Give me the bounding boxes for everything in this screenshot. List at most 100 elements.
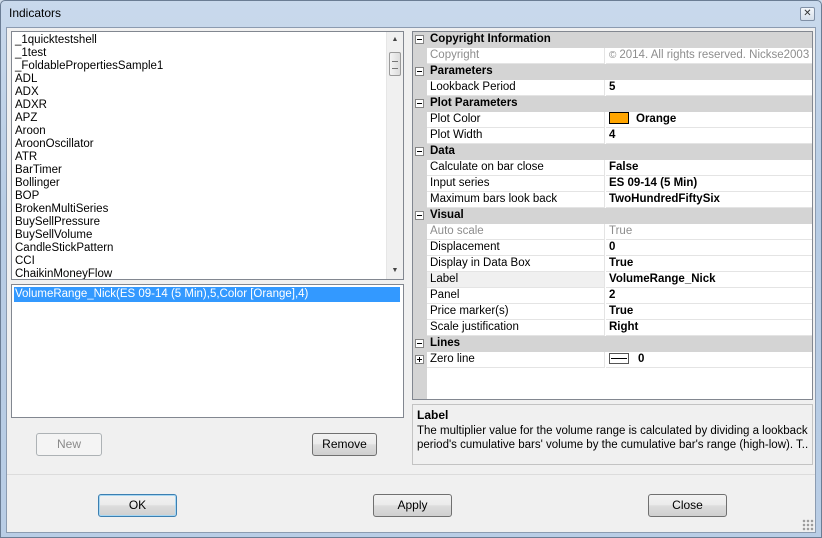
property-value[interactable]: True [606,256,812,272]
ok-button[interactable]: OK [98,494,177,517]
scrollbar-thumb[interactable] [389,52,401,76]
property-name: Zero line [427,352,605,368]
indicators-dialog: Indicators ✕ _1quicktestshell _1test _Fo… [0,0,822,538]
property-value[interactable]: Orange [606,112,812,128]
property-value[interactable]: 2 [606,288,812,304]
property-row-copyright[interactable]: Copyright © 2014. All rights reserved. Ni… [413,48,812,64]
property-row-input-series[interactable]: Input series ES 09-14 (5 Min) [413,176,812,192]
property-row-panel[interactable]: Panel 2 [413,288,812,304]
property-name: Input series [427,176,605,192]
category-label: Lines [430,337,461,349]
description-line: The multiplier value for the volume rang… [417,425,808,437]
property-value[interactable]: 5 [606,80,812,96]
copyright-icon: © [609,50,617,61]
category-label: Plot Parameters [430,97,518,109]
collapse-icon[interactable] [415,99,424,108]
property-value[interactable]: False [606,160,812,176]
property-row-plot-width[interactable]: Plot Width 4 [413,128,812,144]
property-row-zero-line[interactable]: Zero line 0 [413,352,812,368]
property-value[interactable]: ES 09-14 (5 Min) [606,176,812,192]
indicator-list[interactable]: _1quicktestshell _1test _FoldablePropert… [11,31,404,280]
collapse-icon[interactable] [415,339,424,348]
scroll-up-arrow-icon[interactable]: ▲ [387,32,403,48]
collapse-icon[interactable] [415,67,424,76]
indicator-list-scrollbar[interactable]: ▲ ▼ [386,32,403,279]
expand-icon[interactable] [415,355,424,364]
category-label: Copyright Information [430,33,551,45]
category-parameters[interactable]: Parameters [413,64,812,80]
category-plot-parameters[interactable]: Plot Parameters [413,96,812,112]
property-row-label[interactable]: Label VolumeRange_Nick [413,272,812,288]
collapse-icon[interactable] [415,211,424,220]
list-item[interactable]: ADL [15,73,163,86]
list-item[interactable]: BuySellVolume [15,229,163,242]
list-item[interactable]: ADX [15,86,163,99]
list-item[interactable]: ATR [15,151,163,164]
property-name: Label [427,272,605,288]
property-grid[interactable]: Copyright Information Copyright © 2014. A… [412,31,813,400]
category-label: Data [430,145,455,157]
property-name: Auto scale [427,224,605,240]
divider [7,474,815,475]
applied-indicators-list[interactable]: VolumeRange_Nick(ES 09-14 (5 Min),5,Colo… [11,284,404,418]
property-value[interactable]: VolumeRange_Nick [606,272,812,288]
property-row-auto-scale[interactable]: Auto scale True [413,224,812,240]
window-title: Indicators [9,6,62,20]
new-button[interactable]: New [36,433,102,456]
property-row-displacement[interactable]: Displacement 0 [413,240,812,256]
zero-line-value: 0 [638,353,645,365]
description-text: The multiplier value for the volume rang… [417,424,809,452]
list-item[interactable]: Bollinger [15,177,163,190]
list-item[interactable]: APZ [15,112,163,125]
applied-indicator-item[interactable]: VolumeRange_Nick(ES 09-14 (5 Min),5,Colo… [14,287,400,302]
resize-grip[interactable] [802,519,814,531]
list-item[interactable]: _1test [15,47,163,60]
collapse-icon[interactable] [415,147,424,156]
property-name: Calculate on bar close [427,160,605,176]
list-item[interactable]: BuySellPressure [15,216,163,229]
list-item[interactable]: ADXR [15,99,163,112]
property-row-scale-justification[interactable]: Scale justification Right [413,320,812,336]
property-row-display-in-data-box[interactable]: Display in Data Box True [413,256,812,272]
property-row-plot-color[interactable]: Plot Color Orange [413,112,812,128]
title-bar[interactable]: Indicators ✕ [1,1,821,27]
property-row-maximum-bars[interactable]: Maximum bars look back TwoHundredFiftySi… [413,192,812,208]
category-data[interactable]: Data [413,144,812,160]
property-value[interactable]: 0 [606,240,812,256]
category-lines[interactable]: Lines [413,336,812,352]
list-item[interactable]: _1quicktestshell [15,34,163,47]
property-name: Plot Width [427,128,605,144]
apply-button[interactable]: Apply [373,494,452,517]
list-item[interactable]: Aroon [15,125,163,138]
category-visual[interactable]: Visual [413,208,812,224]
remove-button[interactable]: Remove [312,433,377,456]
property-value[interactable]: 4 [606,128,812,144]
collapse-icon[interactable] [415,35,424,44]
list-item[interactable]: BarTimer [15,164,163,177]
close-button[interactable]: Close [648,494,727,517]
property-value[interactable]: 0 [606,352,812,368]
list-item[interactable]: BOP [15,190,163,203]
line-style-icon [609,353,629,364]
indicator-list-items: _1quicktestshell _1test _FoldablePropert… [15,34,163,279]
list-item[interactable]: BrokenMultiSeries [15,203,163,216]
category-copyright[interactable]: Copyright Information [413,32,812,48]
close-window-button[interactable]: ✕ [800,7,815,21]
property-value[interactable]: Right [606,320,812,336]
list-item[interactable]: ChaikinMoneyFlow [15,268,163,279]
list-item[interactable]: _FoldablePropertiesSample1 [15,60,163,73]
property-row-lookback-period[interactable]: Lookback Period 5 [413,80,812,96]
category-label: Parameters [430,65,493,77]
property-row-price-markers[interactable]: Price marker(s) True [413,304,812,320]
scroll-down-arrow-icon[interactable]: ▼ [387,263,403,279]
property-name: Copyright [427,48,605,64]
property-name: Panel [427,288,605,304]
property-row-calculate-on-bar-close[interactable]: Calculate on bar close False [413,160,812,176]
description-line: period's cumulative bars' volume by the … [417,439,809,451]
property-value[interactable]: TwoHundredFiftySix [606,192,812,208]
property-value: True [606,224,812,240]
list-item[interactable]: AroonOscillator [15,138,163,151]
list-item[interactable]: CandleStickPattern [15,242,163,255]
list-item[interactable]: CCI [15,255,163,268]
property-value[interactable]: True [606,304,812,320]
